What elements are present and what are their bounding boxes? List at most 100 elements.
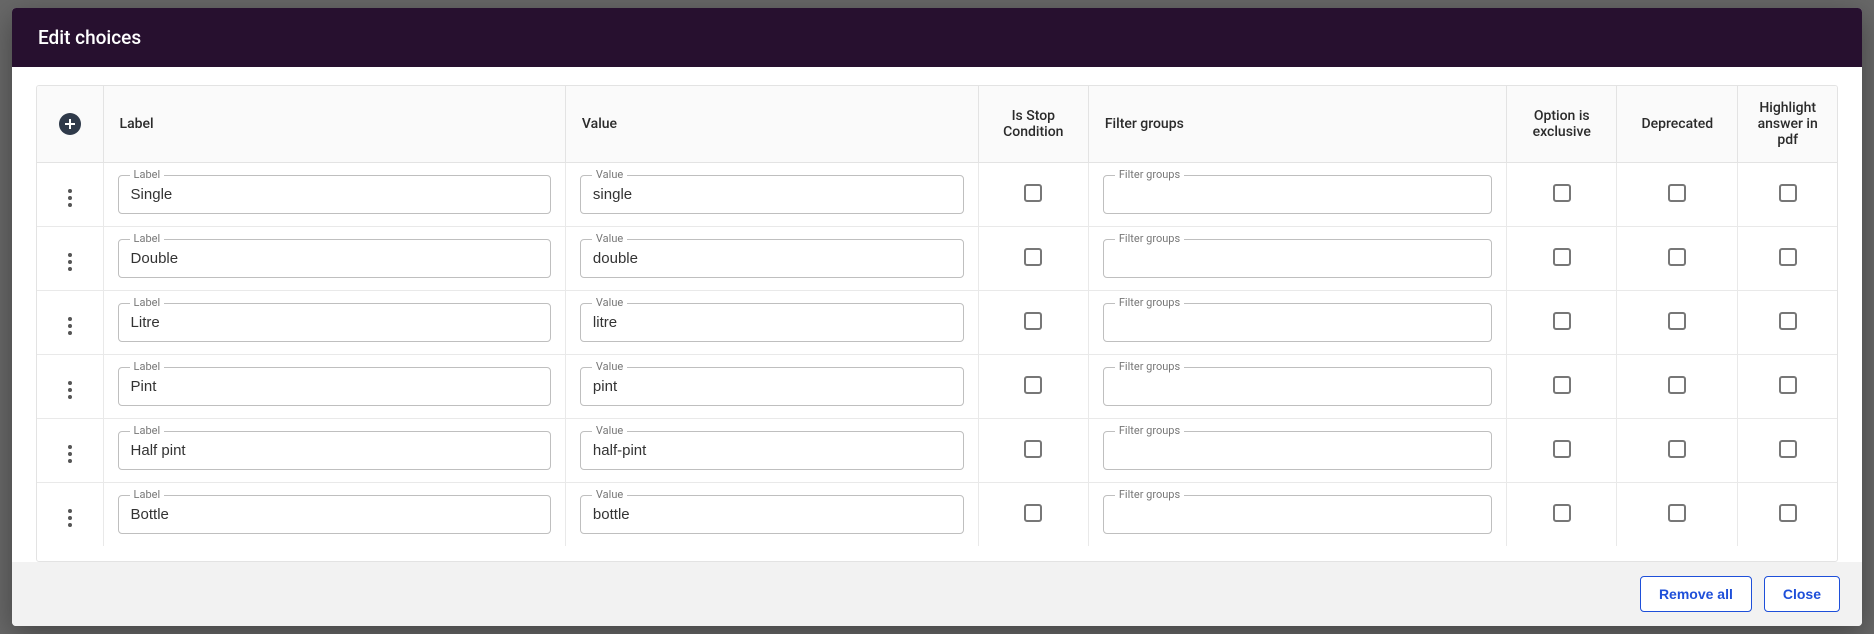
value-legend: Value <box>592 168 627 181</box>
label-legend: Label <box>130 424 165 437</box>
row-menu-button[interactable] <box>64 441 76 467</box>
value-input[interactable] <box>580 175 964 214</box>
label-field-wrap: Label <box>118 239 551 278</box>
deprecated-checkbox[interactable] <box>1668 504 1686 522</box>
value-legend: Value <box>592 488 627 501</box>
filter-groups-legend: Filter groups <box>1115 360 1184 373</box>
table-row: Label Value Filter groups <box>37 419 1837 483</box>
table-row: Label Value Filter groups <box>37 483 1837 547</box>
exclusive-checkbox[interactable] <box>1553 312 1571 330</box>
label-input[interactable] <box>118 303 551 342</box>
label-field-wrap: Label <box>118 495 551 534</box>
label-field-wrap: Label <box>118 367 551 406</box>
value-legend: Value <box>592 360 627 373</box>
column-is-stop: Is Stop Condition <box>978 86 1088 163</box>
label-legend: Label <box>130 488 165 501</box>
is-stop-checkbox[interactable] <box>1024 440 1042 458</box>
dialog-footer: Remove all Close <box>12 562 1862 626</box>
label-input[interactable] <box>118 431 551 470</box>
table-row: Label Value Filter groups <box>37 355 1837 419</box>
value-legend: Value <box>592 296 627 309</box>
value-field-wrap: Value <box>580 495 964 534</box>
label-legend: Label <box>130 232 165 245</box>
row-menu-button[interactable] <box>64 377 76 403</box>
value-input[interactable] <box>580 495 964 534</box>
add-row-button[interactable] <box>59 113 81 135</box>
row-menu-button[interactable] <box>64 185 76 211</box>
column-label: Label <box>103 86 565 163</box>
exclusive-checkbox[interactable] <box>1553 376 1571 394</box>
label-field-wrap: Label <box>118 303 551 342</box>
deprecated-checkbox[interactable] <box>1668 376 1686 394</box>
row-menu-button[interactable] <box>64 313 76 339</box>
value-field-wrap: Value <box>580 175 964 214</box>
value-input[interactable] <box>580 303 964 342</box>
choices-table-scroll[interactable]: Label Value Is Stop Condition Filter gro… <box>36 85 1838 562</box>
filter-groups-field-wrap: Filter groups <box>1103 175 1492 214</box>
row-menu-button[interactable] <box>64 249 76 275</box>
dialog-title: Edit choices <box>12 8 1862 67</box>
is-stop-checkbox[interactable] <box>1024 248 1042 266</box>
value-input[interactable] <box>580 367 964 406</box>
close-button[interactable]: Close <box>1764 576 1840 612</box>
label-input[interactable] <box>118 175 551 214</box>
exclusive-checkbox[interactable] <box>1553 440 1571 458</box>
exclusive-checkbox[interactable] <box>1553 504 1571 522</box>
column-exclusive: Option is exclusive <box>1507 86 1617 163</box>
filter-groups-legend: Filter groups <box>1115 296 1184 309</box>
edit-choices-dialog: Edit choices <box>12 8 1862 626</box>
label-legend: Label <box>130 168 165 181</box>
column-value: Value <box>565 86 978 163</box>
column-deprecated: Deprecated <box>1617 86 1738 163</box>
highlight-checkbox[interactable] <box>1779 184 1797 202</box>
filter-groups-legend: Filter groups <box>1115 168 1184 181</box>
highlight-checkbox[interactable] <box>1779 504 1797 522</box>
label-legend: Label <box>130 360 165 373</box>
label-input[interactable] <box>118 239 551 278</box>
deprecated-checkbox[interactable] <box>1668 312 1686 330</box>
filter-groups-legend: Filter groups <box>1115 232 1184 245</box>
value-field-wrap: Value <box>580 367 964 406</box>
is-stop-checkbox[interactable] <box>1024 376 1042 394</box>
value-input[interactable] <box>580 431 964 470</box>
label-field-wrap: Label <box>118 175 551 214</box>
table-row: Label Value Filter groups <box>37 291 1837 355</box>
dialog-body: Label Value Is Stop Condition Filter gro… <box>12 67 1862 562</box>
filter-groups-field-wrap: Filter groups <box>1103 431 1492 470</box>
value-legend: Value <box>592 232 627 245</box>
filter-groups-legend: Filter groups <box>1115 488 1184 501</box>
row-menu-button[interactable] <box>64 505 76 531</box>
deprecated-checkbox[interactable] <box>1668 248 1686 266</box>
table-header-row: Label Value Is Stop Condition Filter gro… <box>37 86 1837 163</box>
label-input[interactable] <box>118 367 551 406</box>
is-stop-checkbox[interactable] <box>1024 504 1042 522</box>
exclusive-checkbox[interactable] <box>1553 184 1571 202</box>
highlight-checkbox[interactable] <box>1779 248 1797 266</box>
table-row: Label Value Filter groups <box>37 163 1837 227</box>
value-legend: Value <box>592 424 627 437</box>
value-field-wrap: Value <box>580 303 964 342</box>
highlight-checkbox[interactable] <box>1779 440 1797 458</box>
exclusive-checkbox[interactable] <box>1553 248 1571 266</box>
column-add <box>37 86 103 163</box>
label-field-wrap: Label <box>118 431 551 470</box>
label-input[interactable] <box>118 495 551 534</box>
filter-groups-legend: Filter groups <box>1115 424 1184 437</box>
column-highlight: Highlight answer in pdf <box>1738 86 1837 163</box>
remove-all-button[interactable]: Remove all <box>1640 576 1752 612</box>
is-stop-checkbox[interactable] <box>1024 312 1042 330</box>
table-row: Label Value Filter groups <box>37 227 1837 291</box>
highlight-checkbox[interactable] <box>1779 376 1797 394</box>
column-filter-groups: Filter groups <box>1088 86 1506 163</box>
is-stop-checkbox[interactable] <box>1024 184 1042 202</box>
value-input[interactable] <box>580 239 964 278</box>
deprecated-checkbox[interactable] <box>1668 440 1686 458</box>
label-legend: Label <box>130 296 165 309</box>
filter-groups-field-wrap: Filter groups <box>1103 239 1492 278</box>
plus-icon <box>64 118 76 130</box>
highlight-checkbox[interactable] <box>1779 312 1797 330</box>
filter-groups-field-wrap: Filter groups <box>1103 303 1492 342</box>
deprecated-checkbox[interactable] <box>1668 184 1686 202</box>
value-field-wrap: Value <box>580 431 964 470</box>
value-field-wrap: Value <box>580 239 964 278</box>
